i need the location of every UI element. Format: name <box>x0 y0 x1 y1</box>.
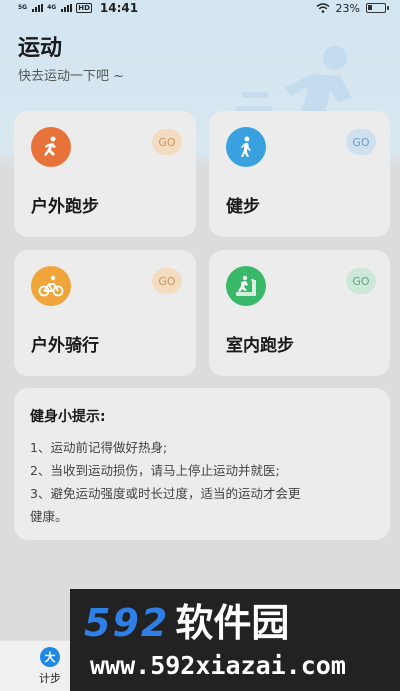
go-button[interactable]: GO <box>152 129 182 155</box>
card-label: 健步 <box>226 197 260 217</box>
page-subtitle: 快去运动一下吧 ~ <box>18 69 125 84</box>
signal-icon <box>32 4 44 12</box>
tip-line: 3、避免运动强度或时长过度，适当的运动才会更 <box>30 486 301 501</box>
card-label: 室内跑步 <box>226 336 294 356</box>
card-label: 户外跑步 <box>31 197 99 217</box>
fitness-tips-panel: 健身小提示: 1、运动前记得做好热身; 2、当收到运动损伤，请马上停止运动并就医… <box>14 388 390 540</box>
watermark-url: www.592xiazai.com <box>90 651 346 680</box>
watermark-logo: 592 软件园 <box>84 601 289 645</box>
clock: 14:41 <box>99 1 139 15</box>
wifi-icon <box>316 3 330 13</box>
signal-icon-2 <box>61 4 73 12</box>
treadmill-icon <box>226 266 266 306</box>
battery-icon <box>366 3 389 13</box>
cycling-icon <box>31 266 71 306</box>
tip-line: 1、运动前记得做好热身; <box>30 440 168 455</box>
watermark-name: 软件园 <box>175 601 290 645</box>
hd-badge: HD <box>76 3 92 13</box>
watermark-banner: 592 软件园 www.592xiazai.com <box>70 589 400 691</box>
go-button[interactable]: GO <box>346 129 376 155</box>
walking-icon <box>226 127 266 167</box>
tip-line: 健康。 <box>30 509 68 524</box>
card-indoor-run[interactable]: GO 室内跑步 <box>209 250 390 376</box>
card-outdoor-run[interactable]: GO 户外跑步 <box>14 111 196 237</box>
tab-label: 计步 <box>39 672 61 685</box>
card-outdoor-cycling[interactable]: GO 户外骑行 <box>14 250 196 376</box>
network-type-1: 5G <box>18 4 28 11</box>
network-type-2: 4G <box>47 4 57 11</box>
card-label: 户外骑行 <box>31 336 99 356</box>
status-right: 23% <box>316 1 389 15</box>
step-icon: 大 <box>40 647 60 667</box>
running-icon <box>31 127 71 167</box>
tips-title: 健身小提示: <box>30 409 106 425</box>
status-left: 5G 4G HD 14:41 <box>18 1 138 15</box>
step-icon-glyph: 大 <box>44 651 56 664</box>
tip-line: 2、当收到运动损伤，请马上停止运动并就医; <box>30 463 280 478</box>
go-button[interactable]: GO <box>152 268 182 294</box>
battery-percent: 23% <box>335 1 360 15</box>
watermark-number: 592 <box>84 601 170 645</box>
status-bar: 5G 4G HD 14:41 23% <box>0 0 400 16</box>
card-walk[interactable]: GO 健步 <box>209 111 390 237</box>
page-title: 运动 <box>18 36 63 61</box>
tab-step-count[interactable]: 大 计步 <box>26 647 74 686</box>
go-button[interactable]: GO <box>346 268 376 294</box>
